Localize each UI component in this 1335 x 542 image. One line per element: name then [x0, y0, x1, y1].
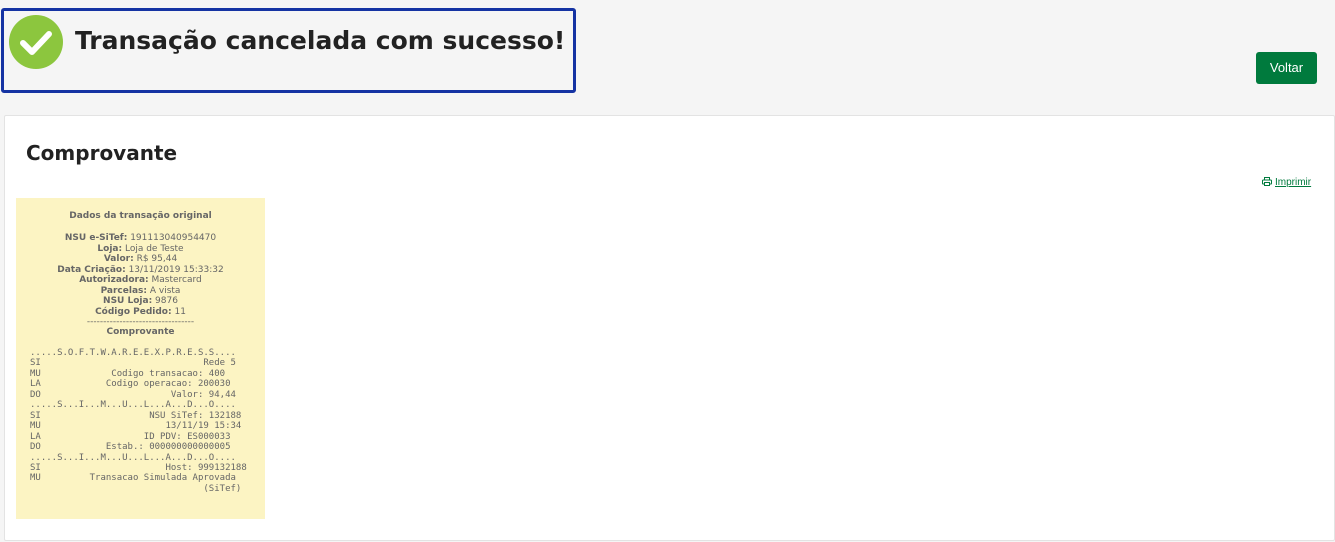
print-link[interactable]: Imprimir [1262, 177, 1311, 189]
receipt-line: .....S.O.F.T.W.A.R.E.E.X.P.R.E.S.S.... [30, 348, 236, 358]
field-value: A vista [149, 285, 181, 296]
field-value: 9876 [155, 296, 178, 306]
field-value: Mastercard [151, 275, 202, 285]
receipt-header: Dados da transação original [69, 211, 212, 221]
field-label: NSU e-SiTef: [64, 233, 128, 243]
printer-icon [1262, 177, 1272, 189]
receipt-field: Valor: R$ 95,44 [16, 254, 265, 265]
receipt-lines: .....S.O.F.T.W.A.R.E.E.X.P.R.E.S.S.... S… [30, 348, 258, 494]
receipt-field: Loja: Loja de Teste [16, 244, 265, 255]
field-value: R$ 95,44 [136, 254, 178, 264]
receipt-line: SI Host: 999132188 [30, 462, 247, 473]
receipt-line: SI NSU SiTef: 132188 [30, 410, 242, 421]
print-link-label: Imprimir [1275, 177, 1312, 188]
check-circle-icon [9, 15, 63, 69]
receipt-line: LA ID PDV: ES000033 [30, 431, 231, 442]
receipt-line: (SiTef) [30, 483, 242, 494]
field-label: Parcelas: [100, 285, 147, 296]
receipt-line: MU Codigo transacao: 400 [30, 368, 226, 379]
success-banner: Transação cancelada com sucesso! [1, 8, 576, 93]
receipt-separator: --------------------------------- [86, 317, 195, 327]
field-value: 191113040954470 [130, 233, 217, 243]
field-label: Valor: [103, 254, 134, 264]
receipt-line: DO Valor: 94,44 [30, 389, 236, 400]
field-value: 11 [174, 306, 186, 317]
receipt-line: .....S...I...M...U...L...A...D...O.... [30, 452, 236, 463]
receipt-fields: NSU e-SiTef: 191113040954470 Loja: Loja … [16, 233, 265, 317]
receipt-line: DO Estab.: 000000000000005 [30, 442, 231, 453]
success-message: Transação cancelada com sucesso! [75, 26, 566, 55]
receipt-panel: Comprovante Imprimir Dados da transação … [4, 115, 1335, 541]
panel-title: Comprovante [26, 141, 178, 165]
receipt-field: Data Criação: 13/11/2019 15:33:32 [16, 265, 265, 276]
receipt-field: NSU Loja: 9876 [16, 296, 265, 307]
top-bar: Transação cancelada com sucesso! Voltar [0, 0, 1335, 114]
field-label: NSU Loja: [103, 296, 153, 306]
field-label: Código Pedido: [95, 306, 172, 317]
field-label: Autorizadora: [79, 275, 149, 285]
receipt-field: NSU e-SiTef: 191113040954470 [16, 233, 265, 244]
receipt-line: MU 13/11/19 15:34 [30, 421, 242, 432]
receipt-field: Código Pedido: 11 [16, 307, 265, 318]
field-value: 13/11/2019 15:33:32 [128, 264, 224, 275]
field-label: Loja: [97, 243, 123, 254]
receipt-line: SI Rede 5 [30, 358, 236, 369]
field-value: Loja de Teste [124, 243, 184, 254]
receipt-title: Comprovante [106, 327, 175, 337]
receipt-line: MU Transacao Simulada Aprovada [30, 473, 236, 484]
receipt-line: LA Codigo operacao: 200030 [30, 379, 231, 390]
receipt-field: Parcelas: A vista [16, 286, 265, 297]
back-button[interactable]: Voltar [1256, 52, 1317, 84]
field-label: Data Criação: [57, 264, 126, 275]
receipt-line: .....S...I...M...U...L...A...D...O.... [30, 400, 236, 411]
receipt-field: Autorizadora: Mastercard [16, 275, 265, 286]
receipt: Dados da transação original NSU e-SiTef:… [16, 198, 265, 519]
